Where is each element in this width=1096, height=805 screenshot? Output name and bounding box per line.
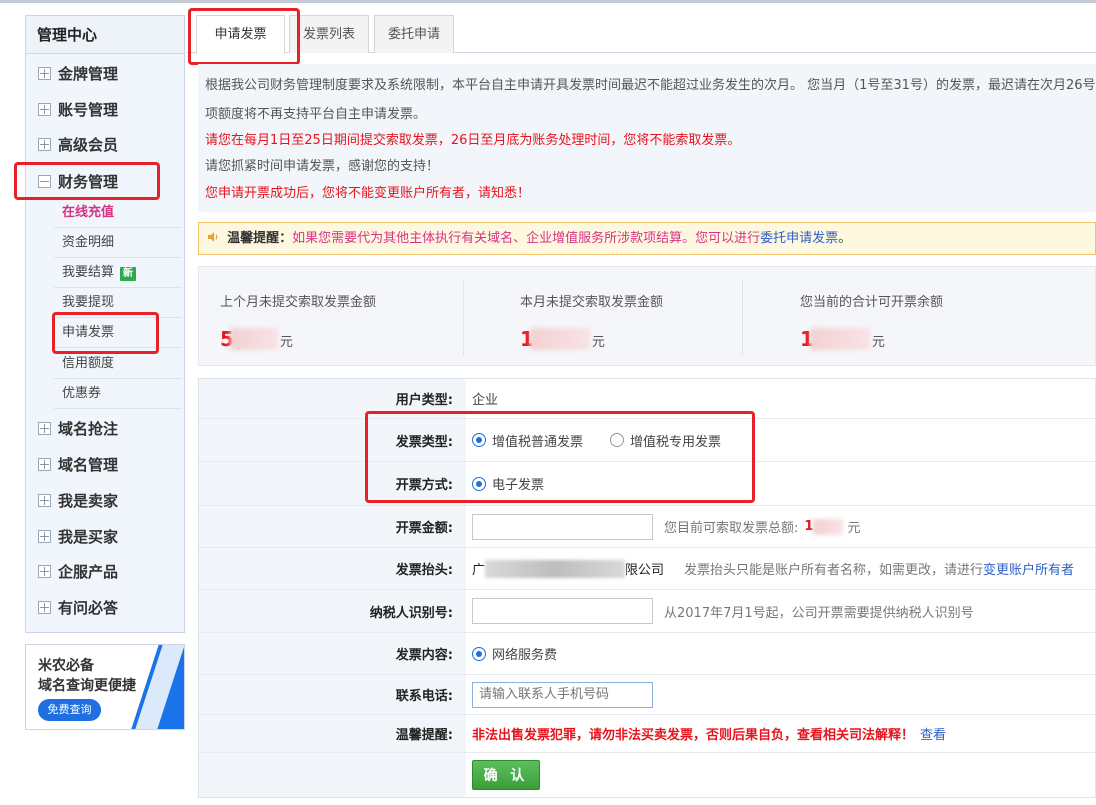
legal-warning: 非法出售发票犯罪，请勿非法买卖发票，否则后果自负，查看相关司法解释！: [472, 728, 915, 743]
notice-line: 根据我公司财务管理制度要求及系统限制，本平台自主申请开具发票时间最迟不能超过业务…: [205, 78, 1096, 93]
promo-line1: 米农必备: [38, 658, 94, 674]
expand-icon: [38, 529, 51, 543]
notice-line: 请您抓紧时间申请发票，感谢您的支持！: [205, 159, 440, 174]
sidebar-item-funds[interactable]: 资金明细: [54, 228, 182, 258]
sidebar-item-recharge[interactable]: 在线充值: [54, 198, 182, 228]
promo-banner[interactable]: 米农必备 域名查询更便捷 免费查询: [25, 644, 185, 730]
tab-invoice-list[interactable]: 发票列表: [289, 15, 369, 53]
notice-line: 项额度将不再支持平台自主申请发票。: [205, 107, 427, 122]
expand-icon: [38, 137, 51, 151]
sidebar-item-coupon[interactable]: 优惠券: [54, 379, 182, 409]
notice-line-red: 您申请开票成功后，您将不能变更账户所有者，请知悉！: [205, 186, 531, 201]
radio-network-service[interactable]: [472, 646, 486, 661]
redacted-value: [529, 328, 590, 350]
tip-label: 温馨提醒：: [227, 231, 293, 246]
highlight-finance: [14, 162, 160, 200]
expand-icon: [38, 66, 51, 80]
row-warning: 温馨提醒: 非法出售发票犯罪，请勿非法买卖发票，否则后果自负，查看相关司法解释！…: [199, 715, 1095, 753]
row-submit: 确 认: [199, 753, 1095, 797]
stat-value-this-month: 1元: [520, 327, 605, 351]
redacted-value: [809, 328, 870, 350]
highlight-tab: [188, 8, 300, 65]
redacted-value: [813, 518, 844, 535]
redacted-value: [229, 328, 278, 350]
tab-delegate-apply[interactable]: 委托申请: [374, 15, 454, 53]
sidebar-title: 管理中心: [26, 16, 184, 54]
row-tax-id: 纳税人识别号: 从2017年7月1号起，公司开票需要提供纳税人识别号: [199, 590, 1095, 633]
stat-value-last-month: 5元: [220, 327, 293, 351]
tip-text: 如果您需要代为其他主体执行有关域名、企业增值服务所涉款项结算。您可以进行: [292, 231, 761, 246]
new-badge: 新: [120, 267, 137, 281]
tab-bar: 申请发票 发票列表 委托申请: [187, 15, 1096, 54]
stat-value-balance: 1元: [800, 327, 885, 351]
tip-bar: 温馨提醒：如果您需要代为其他主体执行有关域名、企业增值服务所涉款项结算。您可以进…: [198, 222, 1096, 255]
sidebar-group-domain[interactable]: 域名管理: [26, 447, 184, 481]
sidebar-group-gold[interactable]: 金牌管理: [26, 56, 184, 90]
row-title: 发票抬头: 广限公司 发票抬头只能是账户所有者名称，如需更改，请进行 变更账户所有者: [199, 548, 1095, 590]
row-phone: 联系电话:: [199, 675, 1095, 715]
divider: [463, 279, 464, 355]
highlight-invoice-item: [52, 312, 159, 354]
change-owner-link[interactable]: 变更账户所有者: [983, 559, 1074, 578]
row-amount: 开票金额: 您目前可索取发票总额: 1 元: [199, 506, 1095, 548]
highlight-invoice-options: [365, 411, 755, 503]
expand-icon: [38, 102, 51, 116]
sidebar-group-premium[interactable]: 高级会员: [26, 127, 184, 161]
expand-icon: [38, 421, 51, 435]
expand-icon: [38, 564, 51, 578]
sidebar-group-qa[interactable]: 有问必答: [26, 590, 184, 624]
sidebar-item-settlement[interactable]: 我要结算新: [54, 258, 182, 288]
view-link[interactable]: 查看: [920, 724, 946, 743]
expand-icon: [38, 457, 51, 471]
stat-label-this-month: 本月未提交索取发票金额: [520, 295, 664, 310]
divider: [742, 279, 743, 355]
confirm-button[interactable]: 确 认: [472, 760, 540, 790]
amount-input[interactable]: [472, 513, 653, 540]
free-query-button[interactable]: 免费查询: [38, 699, 101, 721]
sidebar-group-buyer[interactable]: 我是买家: [26, 519, 184, 553]
speaker-icon: [208, 232, 218, 242]
top-border: [0, 0, 1096, 3]
stat-label-last-month: 上个月未提交索取发票金额: [220, 295, 377, 310]
expand-icon: [38, 600, 51, 614]
phone-input[interactable]: [472, 681, 653, 708]
sidebar-group-snatch[interactable]: 域名抢注: [26, 411, 184, 445]
expand-icon: [38, 493, 51, 507]
stats-panel: 上个月未提交索取发票金额 5元 本月未提交索取发票金额 1元 您当前的合计可开票…: [198, 266, 1096, 366]
sidebar-group-enterprise[interactable]: 企服产品: [26, 554, 184, 588]
sidebar-group-account[interactable]: 账号管理: [26, 92, 184, 126]
tax-id-input[interactable]: [472, 598, 653, 624]
promo-line2: 域名查询更便捷: [38, 678, 136, 694]
notice-line-red: 请您在每月1日至25日期间提交索取发票，26日至月底为账务处理时间，您将不能索取…: [205, 133, 741, 148]
sidebar-group-seller[interactable]: 我是卖家: [26, 483, 184, 517]
redacted-company: [485, 559, 626, 578]
row-content: 发票内容: 网络服务费: [199, 633, 1095, 675]
notice-panel: 根据我公司财务管理制度要求及系统限制，本平台自主申请开具发票时间最迟不能超过业务…: [198, 64, 1096, 212]
stat-label-balance: 您当前的合计可开票余额: [800, 295, 944, 310]
delegate-invoice-link[interactable]: 委托申请发票: [760, 231, 838, 246]
